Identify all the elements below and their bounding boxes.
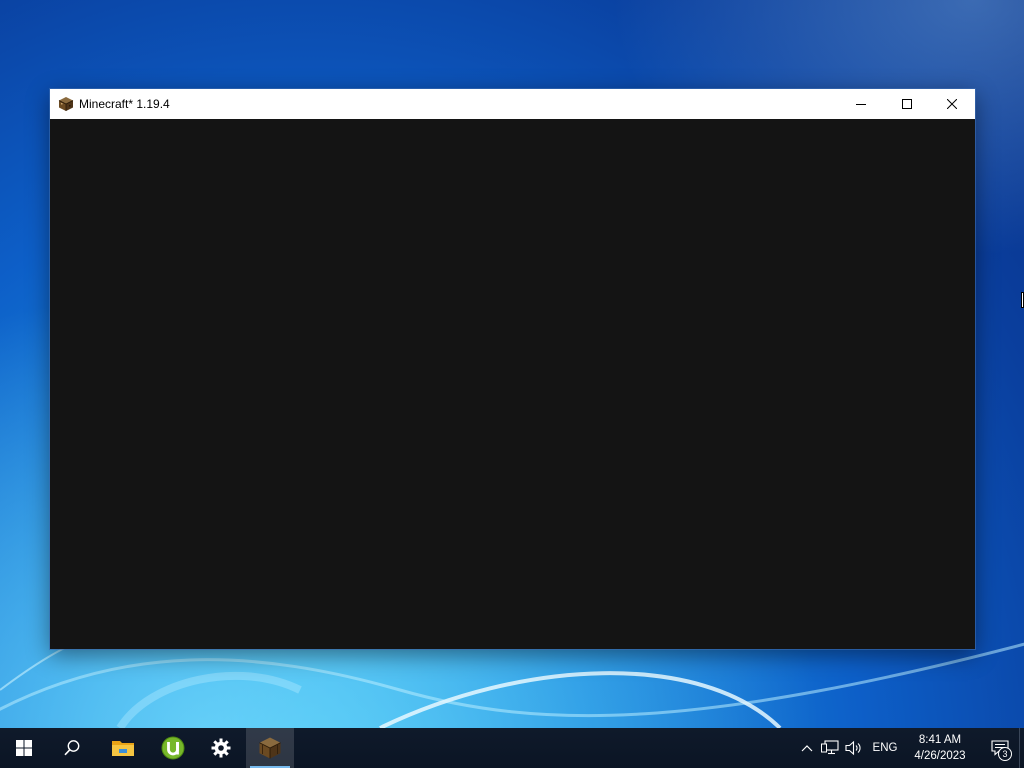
gear-icon: [211, 738, 231, 758]
chevron-up-icon: [801, 745, 813, 752]
window-title: Minecraft* 1.19.4: [79, 97, 170, 111]
minecraft-grass-block-icon: [259, 737, 281, 759]
network-button[interactable]: [818, 728, 842, 768]
start-button[interactable]: [0, 728, 48, 768]
volume-button[interactable]: [842, 728, 866, 768]
volume-icon: [845, 740, 861, 756]
utorrent-icon: [161, 736, 185, 760]
show-hidden-icons-button[interactable]: [796, 728, 818, 768]
action-center-button[interactable]: 3: [980, 728, 1020, 768]
search-icon: [64, 740, 80, 756]
folder-icon: [112, 741, 134, 756]
utorrent-button[interactable]: [149, 728, 197, 768]
clock-date: 4/26/2023: [914, 750, 966, 762]
clock[interactable]: 8:41 AM 4/26/2023: [904, 728, 976, 768]
network-icon: [821, 740, 839, 755]
notification-count-badge: 3: [998, 747, 1012, 761]
game-client-area[interactable]: [50, 119, 975, 649]
close-icon: [947, 99, 957, 109]
clock-time: 8:41 AM: [918, 734, 962, 746]
search-button[interactable]: [48, 728, 96, 768]
minecraft-window[interactable]: Minecraft* 1.19.4: [50, 89, 975, 649]
language-indicator[interactable]: ENG: [866, 728, 904, 768]
windows-logo-icon: [16, 740, 32, 756]
minimize-button[interactable]: [838, 89, 884, 119]
settings-button[interactable]: [199, 728, 243, 768]
close-button[interactable]: [929, 89, 975, 119]
title-bar[interactable]: Minecraft* 1.19.4: [50, 89, 975, 119]
file-explorer-button[interactable]: [99, 728, 147, 768]
desktop[interactable]: Minecraft* 1.19.4: [0, 0, 1024, 728]
minecraft-taskbar-button[interactable]: [246, 728, 294, 768]
show-desktop-button[interactable]: [1019, 728, 1024, 768]
maximize-button[interactable]: [884, 89, 930, 119]
minimize-icon: [856, 104, 866, 105]
minecraft-grass-block-icon: [58, 96, 74, 112]
taskbar: ENG 8:41 AM 4/26/2023 3: [0, 728, 1024, 768]
system-tray: ENG 8:41 AM 4/26/2023 3: [794, 728, 1024, 768]
maximize-icon: [902, 99, 912, 109]
